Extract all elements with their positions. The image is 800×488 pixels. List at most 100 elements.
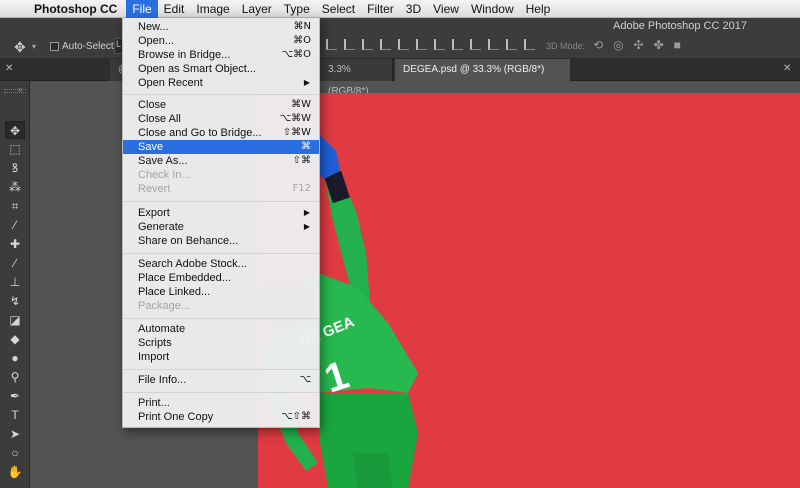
menu-item-check-in[interactable]: Check In... <box>123 168 319 182</box>
menu-item-automate[interactable]: Automate <box>123 322 319 336</box>
type-tool-icon[interactable]: T <box>5 406 25 424</box>
menu-image[interactable]: Image <box>190 0 235 18</box>
pen-tool-icon[interactable]: ✒ <box>5 387 25 405</box>
goalkeeper-image: DE GEA 1 <box>258 133 418 488</box>
magic-wand-tool-icon[interactable]: ⁂ <box>5 178 25 196</box>
menu-item-import[interactable]: Import <box>123 350 319 364</box>
menu-item-open-as-smart-object[interactable]: Open as Smart Object... <box>123 62 319 76</box>
menu-file[interactable]: File <box>126 0 158 18</box>
menu-help[interactable]: Help <box>520 0 557 18</box>
align-icon[interactable] <box>416 39 427 50</box>
menu-3d[interactable]: 3D <box>400 0 427 18</box>
menu-item-place-linked[interactable]: Place Linked... <box>123 285 319 299</box>
menu-separator <box>123 253 319 254</box>
options-bar: Adobe Photoshop CC 2017 ✥ ▾ Auto-Select:… <box>0 18 800 59</box>
menu-item-close-and-go-to-bridge[interactable]: Close and Go to Bridge... ⇧⌘W <box>123 126 319 140</box>
file-menu-dropdown: New... ⌘N Open... ⌘O Browse in Bridge... ⌥⌘… <box>122 18 320 428</box>
menu-item-open[interactable]: Open... ⌘O <box>123 34 319 48</box>
paint-bucket-tool-icon[interactable]: ◆ <box>5 330 25 348</box>
camera-icon[interactable]: ■ <box>674 38 681 52</box>
menu-item-print[interactable]: Print... <box>123 396 319 410</box>
pan-icon[interactable]: ✣ <box>634 38 644 52</box>
move-tool-icon[interactable]: ✥ <box>14 39 26 56</box>
orbit-icon[interactable]: ⟲ <box>593 38 603 52</box>
blur-tool-icon[interactable]: ● <box>5 349 25 367</box>
menu-item-revert[interactable]: Revert F12 <box>123 182 319 196</box>
submenu-arrow-icon: ▶ <box>303 78 310 87</box>
close-icon[interactable]: ✕ <box>783 63 791 74</box>
document-tab-bar: ✕ @ 3.3% (RGB/8*) DEGEA.psd @ 33.3% (RGB… <box>0 59 800 97</box>
menu-layer[interactable]: Layer <box>236 0 278 18</box>
menu-item-save-as[interactable]: Save As... ⇧⌘ <box>123 154 319 168</box>
align-icon[interactable] <box>470 39 481 50</box>
menu-item-export[interactable]: Export ▶ <box>123 206 319 220</box>
menu-item-share-on-behance[interactable]: Share on Behance... <box>123 234 319 248</box>
tab-degea-psd[interactable]: DEGEA.psd @ 33.3% (RGB/8*) <box>395 59 570 81</box>
menu-bar: Photoshop CC File Edit Image Layer Type … <box>0 0 800 18</box>
menu-item-search-adobe-stock[interactable]: Search Adobe Stock... <box>123 257 319 271</box>
3d-mode-icons: ⟲ ◎ ✣ ✤ ■ <box>593 38 681 52</box>
align-icon[interactable] <box>362 39 373 50</box>
align-icon[interactable] <box>452 39 463 50</box>
app-name-menu[interactable]: Photoshop CC <box>30 2 126 16</box>
menu-type[interactable]: Type <box>278 0 316 18</box>
submenu-arrow-icon: ▶ <box>303 222 310 231</box>
menu-separator <box>123 201 319 202</box>
window-title: Adobe Photoshop CC 2017 <box>613 20 747 32</box>
slide-icon[interactable]: ✤ <box>654 38 664 52</box>
hand-tool-icon[interactable]: ✋ <box>5 463 25 481</box>
tab-document-2[interactable]: 3.3% (RGB/8*) <box>320 59 393 97</box>
healing-brush-tool-icon[interactable]: ✚ <box>5 235 25 253</box>
lasso-tool-icon[interactable]: ꝸ <box>5 159 25 177</box>
menu-item-browse-in-bridge[interactable]: Browse in Bridge... ⌥⌘O <box>123 48 319 62</box>
menu-item-close-all[interactable]: Close All ⌥⌘W <box>123 112 319 126</box>
menu-window[interactable]: Window <box>465 0 520 18</box>
submenu-arrow-icon: ▶ <box>303 208 310 217</box>
path-selection-tool-icon[interactable]: ➤ <box>5 425 25 443</box>
ellipse-tool-icon[interactable]: ○ <box>5 444 25 462</box>
menu-filter[interactable]: Filter <box>361 0 400 18</box>
align-icon[interactable] <box>326 39 337 50</box>
tools-panel: » ✥ ⬚ ꝸ ⁂ ⌗ ⁄ ✚ ∕ ⊥ ↯ ◪ ◆ ● ⚲ ✒ T ➤ ○ ✋ <box>0 81 30 488</box>
eraser-tool-icon[interactable]: ◪ <box>5 311 25 329</box>
align-icon[interactable] <box>380 39 391 50</box>
3d-mode-label: 3D Mode: <box>546 41 586 51</box>
align-icon[interactable] <box>344 39 355 50</box>
menu-item-save[interactable]: Save ⌘ <box>123 140 319 154</box>
crop-tool-icon[interactable]: ⌗ <box>5 197 25 215</box>
panel-grip[interactable] <box>4 89 26 93</box>
menu-item-package[interactable]: Package... <box>123 299 319 313</box>
align-icon[interactable] <box>506 39 517 50</box>
dodge-tool-icon[interactable]: ⚲ <box>5 368 25 386</box>
clone-stamp-tool-icon[interactable]: ⊥ <box>5 273 25 291</box>
auto-select-checkbox[interactable] <box>50 42 59 51</box>
menu-item-file-info[interactable]: File Info... ⌥ <box>123 373 319 387</box>
brush-tool-icon[interactable]: ∕ <box>5 254 25 272</box>
menu-item-print-one-copy[interactable]: Print One Copy ⌥⇧⌘ <box>123 410 319 424</box>
menu-view[interactable]: View <box>427 0 465 18</box>
eyedropper-tool-icon[interactable]: ⁄ <box>5 216 25 234</box>
align-icon[interactable] <box>524 39 535 50</box>
menu-item-close[interactable]: Close ⌘W <box>123 98 319 112</box>
align-buttons <box>326 39 535 50</box>
menu-separator <box>123 94 319 95</box>
move-tool-icon[interactable]: ✥ <box>5 121 25 139</box>
align-icon[interactable] <box>488 39 499 50</box>
menu-select[interactable]: Select <box>316 0 361 18</box>
close-icon[interactable]: ✕ <box>5 63 13 74</box>
marquee-tool-icon[interactable]: ⬚ <box>5 140 25 158</box>
chevron-down-icon[interactable]: ▾ <box>32 42 36 51</box>
history-brush-tool-icon[interactable]: ↯ <box>5 292 25 310</box>
menu-separator <box>123 392 319 393</box>
align-icon[interactable] <box>434 39 445 50</box>
menu-separator <box>123 369 319 370</box>
document-canvas[interactable]: DE GEA 1 <box>258 93 800 488</box>
roll-icon[interactable]: ◎ <box>613 38 623 52</box>
menu-item-new[interactable]: New... ⌘N <box>123 20 319 34</box>
menu-item-place-embedded[interactable]: Place Embedded... <box>123 271 319 285</box>
menu-item-scripts[interactable]: Scripts <box>123 336 319 350</box>
align-icon[interactable] <box>398 39 409 50</box>
menu-item-open-recent[interactable]: Open Recent ▶ <box>123 76 319 90</box>
menu-item-generate[interactable]: Generate ▶ <box>123 220 319 234</box>
menu-edit[interactable]: Edit <box>158 0 191 18</box>
